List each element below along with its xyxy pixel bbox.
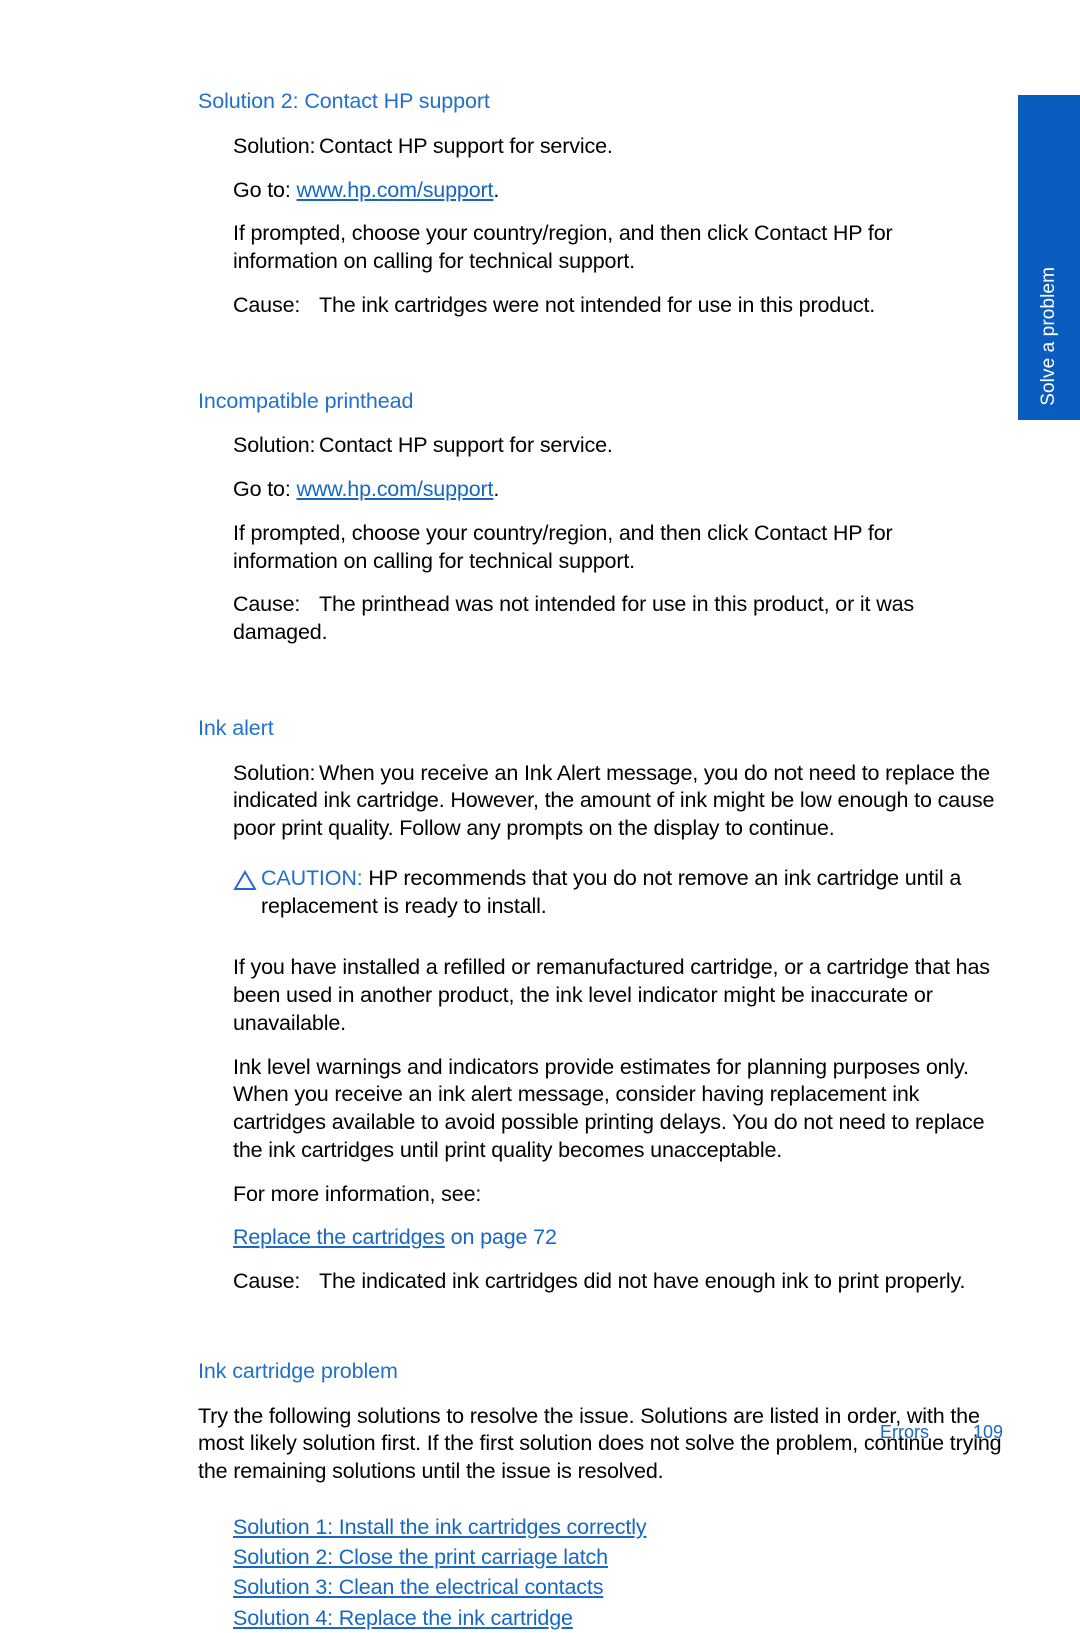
list-item: Solution 1: Install the ink cartridges c… <box>233 1512 1003 1542</box>
cause-label: Cause: <box>233 592 301 617</box>
footer-page-number: 109 <box>972 1422 1003 1442</box>
solution-label: Solution: <box>233 760 316 785</box>
solution-text: Contact HP support for service. <box>319 433 613 458</box>
heading-ink-alert: Ink alert <box>198 715 274 740</box>
document-page: Solve a problem Solution 2: Contact HP s… <box>0 0 1080 1630</box>
side-thumb-tab: Solve a problem <box>1018 95 1080 420</box>
cause-text: The indicated ink cartridges did not hav… <box>319 1268 966 1293</box>
solution-text: Contact HP support for service. <box>319 133 613 158</box>
ink-alert-extra-paragraphs: If you have installed a refilled or rema… <box>233 954 1003 1295</box>
goto-suffix: . <box>493 477 500 502</box>
paragraph-ink-level-warnings: Ink level warnings and indicators provid… <box>233 1054 985 1162</box>
cause-line: Cause: The indicated ink cartridges did n… <box>233 1268 1003 1296</box>
cause-line: Cause: The ink cartridges were not intend… <box>233 292 1003 320</box>
cause-label: Cause: <box>233 292 301 317</box>
cause-text: The printhead was not intended for use i… <box>233 592 914 645</box>
goto-prefix: Go to: <box>233 177 291 202</box>
solution-link-list: Solution 1: Install the ink cartridges c… <box>233 1512 1003 1633</box>
cross-reference-line: Replace the cartridges on page 72 <box>233 1224 1003 1252</box>
caution-body: CAUTION: HP recommends that you do not r… <box>261 865 993 920</box>
caution-label: CAUTION: <box>261 865 363 890</box>
cause-line: Cause: The printhead was not intended for… <box>233 591 1003 646</box>
cause-text: The ink cartridges were not intended for… <box>319 292 876 317</box>
more-information-label: For more information, see: <box>233 1181 482 1206</box>
hp-support-url-link[interactable]: www.hp.com/support <box>297 178 494 202</box>
section-body-solution-2: Solution: Contact HP support for service.… <box>233 133 1003 320</box>
solution-label: Solution: <box>233 433 316 458</box>
ink-cartridge-problem-intro: Try the following solutions to resolve t… <box>198 1403 1002 1484</box>
solution-1-link[interactable]: Solution 1: Install the ink cartridges c… <box>233 1515 647 1539</box>
goto-line: Go to: www.hp.com/support. <box>233 177 1003 205</box>
heading-ink-cartridge-problem: Ink cartridge problem <box>198 1358 398 1383</box>
solution-text: When you receive an Ink Alert message, y… <box>233 760 995 841</box>
solution-paragraph: Solution: When you receive an Ink Alert m… <box>233 760 1003 843</box>
caution-note: CAUTION: HP recommends that you do not r… <box>233 865 993 920</box>
paragraph-refilled-cartridge: If you have installed a refilled or rema… <box>233 955 990 1035</box>
caution-text: HP recommends that you do not remove an … <box>261 865 962 918</box>
section-body-ink-alert: Solution: When you receive an Ink Alert m… <box>233 760 1003 843</box>
goto-line: Go to: www.hp.com/support. <box>233 476 1003 504</box>
section-body-incompatible-printhead: Solution: Contact HP support for service.… <box>233 432 1003 646</box>
heading-incompatible-printhead: Incompatible printhead <box>198 388 414 413</box>
solution-label: Solution: <box>233 133 316 158</box>
prompted-paragraph: If prompted, choose your country/region,… <box>233 221 893 274</box>
solution-line: Solution: Contact HP support for service. <box>233 133 1003 161</box>
hp-support-url-link[interactable]: www.hp.com/support <box>297 477 494 501</box>
heading-solution-2-contact-hp-support: Solution 2: Contact HP support <box>198 89 490 113</box>
solution-4-link[interactable]: Solution 4: Replace the ink cartridge <box>233 1606 573 1630</box>
replace-the-cartridges-link[interactable]: Replace the cartridges <box>233 1225 445 1249</box>
cross-reference-page: on page 72 <box>444 1225 557 1250</box>
list-item: Solution 4: Replace the ink cartridge <box>233 1603 1003 1633</box>
footer-chapter-name: Errors <box>879 1422 929 1442</box>
prompted-paragraph: If prompted, choose your country/region,… <box>233 520 893 573</box>
cause-label: Cause: <box>233 1268 301 1293</box>
list-item: Solution 2: Close the print carriage lat… <box>233 1542 1003 1572</box>
goto-prefix: Go to: <box>233 477 291 502</box>
goto-suffix: . <box>493 177 500 202</box>
page-footer: Errors 109 <box>0 1422 1003 1443</box>
solution-3-link[interactable]: Solution 3: Clean the electrical contact… <box>233 1575 603 1599</box>
list-item: Solution 3: Clean the electrical contact… <box>233 1572 1003 1602</box>
solution-2-link[interactable]: Solution 2: Close the print carriage lat… <box>233 1545 608 1569</box>
solution-line: Solution: Contact HP support for service. <box>233 432 1003 460</box>
page-content: Solution 2: Contact HP support Solution:… <box>198 88 1003 1633</box>
side-thumb-tab-label: Solve a problem <box>1038 267 1059 406</box>
warning-triangle-icon <box>233 870 259 896</box>
